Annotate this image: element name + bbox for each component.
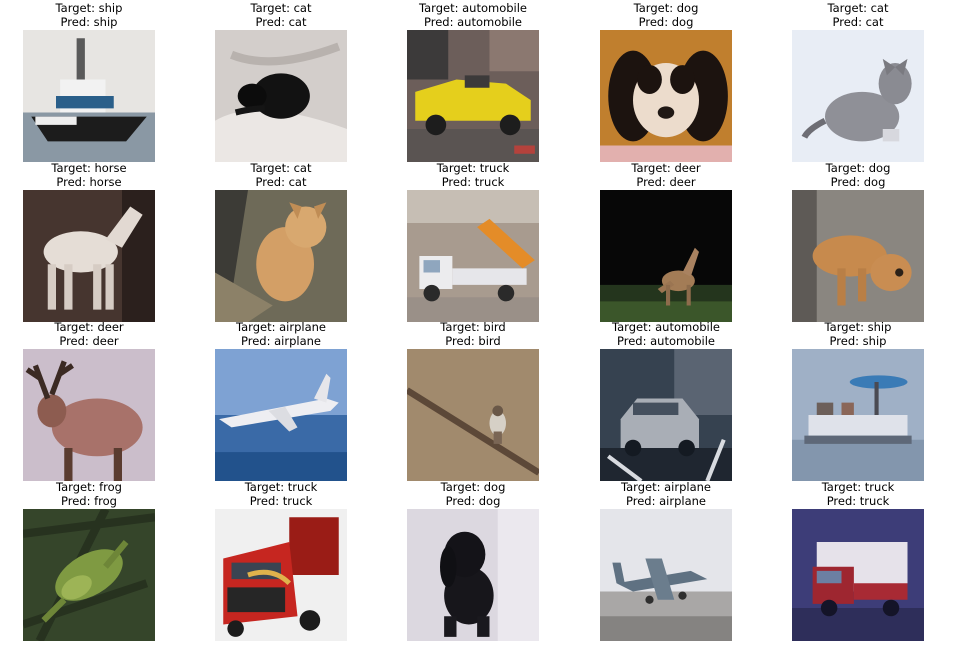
automobile-image (407, 30, 539, 162)
pred-label: Pred: automobile (617, 333, 715, 348)
grid-cell-19: Target: airplane Pred: airplane (600, 480, 732, 641)
target-label: Target: automobile (419, 1, 527, 15)
target-label: Target: dog (440, 480, 506, 494)
deer-image (600, 190, 732, 322)
bird-image (407, 349, 539, 481)
cat-image (215, 30, 347, 162)
pred-label: Pred: ship (829, 333, 887, 348)
target-label: Target: dog (825, 161, 891, 175)
grid-cell-6: Target: horse Pred: horse (23, 161, 155, 322)
pred-label: Pred: truck (441, 174, 505, 189)
target-label: Target: automobile (612, 320, 720, 334)
deer-image (23, 349, 155, 481)
target-label: Target: airplane (621, 480, 711, 494)
pred-label: Pred: automobile (424, 14, 522, 29)
grid-cell-8: Target: truck Pred: truck (407, 161, 539, 322)
grid-cell-15: Target: ship Pred: ship (792, 320, 924, 481)
cat-image (792, 30, 924, 162)
grid-cell-11: Target: deer Pred: deer (23, 320, 155, 481)
grid-cell-14: Target: automobile Pred: automobile (600, 320, 732, 481)
pred-label: Pred: frog (61, 493, 117, 508)
target-label: Target: bird (440, 320, 506, 334)
pred-label: Pred: deer (636, 174, 696, 189)
frog-image (23, 509, 155, 641)
grid-cell-3: Target: automobile Pred: automobile (407, 1, 539, 162)
pred-label: Pred: dog (638, 14, 694, 29)
target-label: Target: ship (55, 1, 123, 15)
pred-label: Pred: airplane (241, 333, 321, 348)
target-label: Target: deer (631, 161, 701, 175)
dog-image (600, 30, 732, 162)
grid-cell-4: Target: dog Pred: dog (600, 1, 732, 162)
target-label: Target: cat (827, 1, 889, 15)
automobile-image (600, 349, 732, 481)
pred-label: Pred: deer (59, 333, 119, 348)
horse-image (23, 190, 155, 322)
grid-cell-17: Target: truck Pred: truck (215, 480, 347, 641)
target-label: Target: cat (250, 1, 312, 15)
cat-image (215, 190, 347, 322)
truck-image (407, 190, 539, 322)
target-label: Target: cat (250, 161, 312, 175)
grid-cell-9: Target: deer Pred: deer (600, 161, 732, 322)
pred-label: Pred: dog (445, 493, 501, 508)
ship-image (23, 30, 155, 162)
pred-label: Pred: airplane (626, 493, 706, 508)
grid-cell-16: Target: frog Pred: frog (23, 480, 155, 641)
airplane-image (215, 349, 347, 481)
grid-cell-12: Target: airplane Pred: airplane (215, 320, 347, 481)
pred-label: Pred: cat (832, 14, 884, 29)
dog-image (792, 190, 924, 322)
pred-label: Pred: dog (830, 174, 886, 189)
pred-label: Pred: bird (445, 333, 501, 348)
ship-image (792, 349, 924, 481)
target-label: Target: ship (824, 320, 892, 334)
target-label: Target: airplane (236, 320, 326, 334)
pred-label: Pred: cat (255, 174, 307, 189)
target-label: Target: frog (56, 480, 122, 494)
grid-cell-2: Target: cat Pred: cat (215, 1, 347, 162)
pred-label: Pred: ship (60, 14, 118, 29)
grid-cell-5: Target: cat Pred: cat (792, 1, 924, 162)
target-label: Target: deer (54, 320, 124, 334)
grid-cell-1: Target: ship Pred: ship (23, 1, 155, 162)
dog-image (407, 509, 539, 641)
target-label: Target: horse (51, 161, 127, 175)
target-label: Target: truck (436, 161, 510, 175)
truck-image (215, 509, 347, 641)
pred-label: Pred: truck (249, 493, 313, 508)
pred-label: Pred: cat (255, 14, 307, 29)
pred-label: Pred: horse (56, 174, 122, 189)
grid-cell-20: Target: truck Pred: truck (792, 480, 924, 641)
grid-cell-13: Target: bird Pred: bird (407, 320, 539, 481)
pred-label: Pred: truck (826, 493, 890, 508)
target-label: Target: dog (633, 1, 699, 15)
truck-image (792, 509, 924, 641)
grid-cell-7: Target: cat Pred: cat (215, 161, 347, 322)
airplane-image (600, 509, 732, 641)
grid-cell-18: Target: dog Pred: dog (407, 480, 539, 641)
target-label: Target: truck (821, 480, 895, 494)
target-label: Target: truck (244, 480, 318, 494)
grid-cell-10: Target: dog Pred: dog (792, 161, 924, 322)
